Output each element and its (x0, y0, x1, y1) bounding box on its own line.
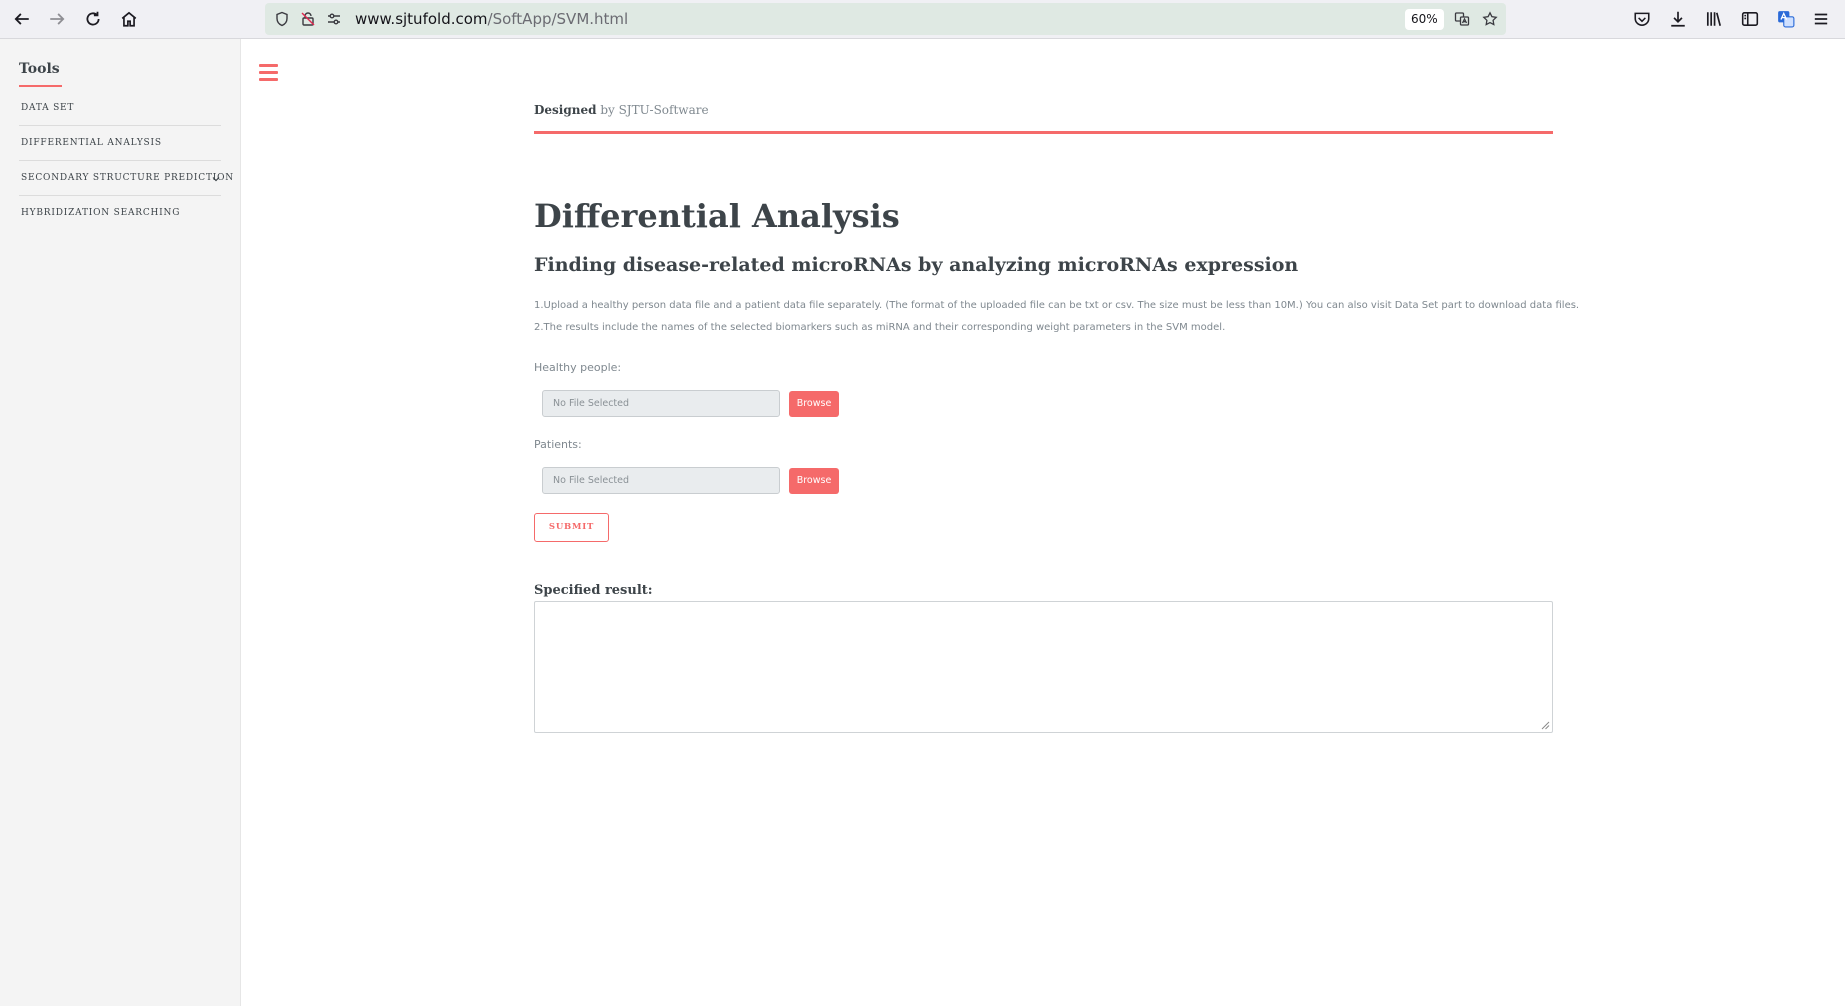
library-icon[interactable] (1701, 6, 1727, 32)
resize-grip-icon[interactable] (1541, 721, 1550, 730)
sidebar-title-underline (19, 85, 62, 87)
url-text[interactable]: www.sjtufold.com/SoftApp/SVM.html (355, 10, 628, 28)
url-domain: www.sjtufold.com (355, 10, 488, 28)
result-textarea[interactable] (534, 601, 1553, 733)
instruction-line-1: 1.Upload a healthy person data file and … (534, 300, 1580, 311)
healthy-people-label: Healthy people: (534, 361, 622, 374)
header-divider (534, 131, 1553, 134)
translate-icon[interactable] (1453, 10, 1471, 28)
designed-bold: Designed (534, 103, 597, 117)
url-path: /SoftApp/SVM.html (487, 10, 629, 28)
reload-icon[interactable] (80, 6, 106, 32)
submit-button[interactable]: SUBMIT (534, 513, 609, 542)
zoom-level-badge[interactable]: 60% (1405, 9, 1444, 30)
instruction-line-2: 2.The results include the names of the s… (534, 322, 1226, 333)
sidebar-item-secondary-structure-prediction[interactable]: SECONDARY STRUCTURE PREDICTION (19, 161, 233, 196)
sidebar-item-data-set[interactable]: DATA SET (19, 91, 221, 126)
sidebar-toggle-icon[interactable] (1737, 6, 1763, 32)
sidebar-item-label: DIFFERENTIAL ANALYSIS (21, 138, 162, 148)
patients-label: Patients: (534, 438, 582, 451)
downloads-icon[interactable] (1665, 6, 1691, 32)
sidebar-item-differential-analysis[interactable]: DIFFERENTIAL ANALYSIS (19, 126, 221, 161)
page-title: Differential Analysis (534, 197, 900, 235)
permissions-icon[interactable] (325, 10, 343, 28)
sidebar-item-label: SECONDARY STRUCTURE PREDICTION (21, 173, 234, 183)
sidebar-title: Tools (19, 61, 60, 77)
bookmark-star-icon[interactable] (1481, 10, 1499, 28)
healthy-browse-button[interactable]: Browse (789, 391, 839, 417)
sidebar-item-label: HYBRIDIZATION SEARCHING (21, 208, 181, 218)
app-menu-icon[interactable] (1808, 6, 1834, 32)
url-bar[interactable]: www.sjtufold.com/SoftApp/SVM.html 60% (265, 3, 1506, 35)
back-icon[interactable] (9, 6, 35, 32)
designed-rest: by SJTU-Software (596, 103, 709, 117)
forward-icon[interactable] (44, 6, 70, 32)
pocket-icon[interactable] (1629, 6, 1655, 32)
designed-by-credit: Designed by SJTU-Software (534, 103, 709, 117)
home-icon[interactable] (116, 6, 142, 32)
patients-browse-button[interactable]: Browse (789, 468, 839, 494)
result-label: Specified result: (534, 583, 653, 598)
insecure-lock-icon[interactable] (299, 10, 317, 28)
sidebar-menu: DATA SET DIFFERENTIAL ANALYSIS SECONDARY… (19, 91, 233, 231)
page-subtitle: Finding disease-related microRNAs by ana… (534, 254, 1299, 276)
hamburger-menu-icon[interactable] (259, 64, 278, 81)
chevron-down-icon[interactable] (211, 161, 221, 196)
sidebar-item-label: DATA SET (21, 103, 75, 113)
sidebar-item-hybridization-searching[interactable]: HYBRIDIZATION SEARCHING (19, 196, 221, 231)
translation-extension-icon[interactable] (1773, 6, 1799, 32)
patients-file-input[interactable]: No File Selected (542, 467, 780, 494)
browser-toolbar: www.sjtufold.com/SoftApp/SVM.html 60% (0, 0, 1845, 39)
healthy-file-input[interactable]: No File Selected (542, 390, 780, 417)
sidebar: Tools DATA SET DIFFERENTIAL ANALYSIS SEC… (0, 39, 241, 1006)
shield-icon[interactable] (273, 10, 291, 28)
